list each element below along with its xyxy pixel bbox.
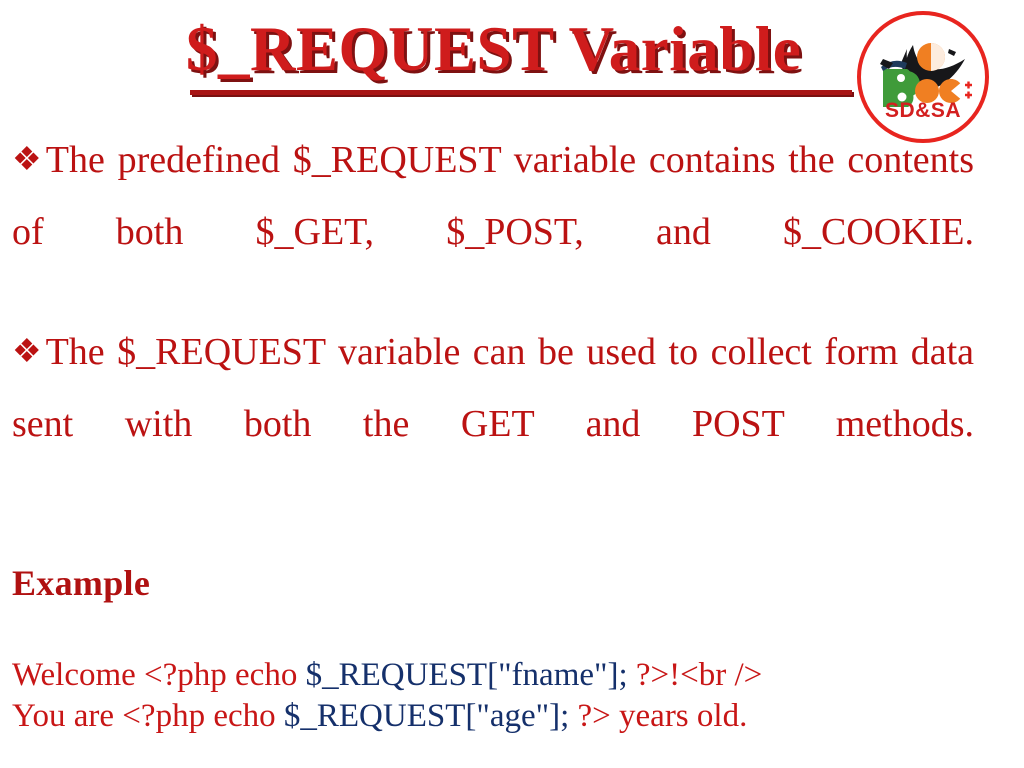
code-line-2-suffix: ?> years old. — [569, 698, 748, 734]
bullet-2-text: The $_REQUEST variable can be used to co… — [12, 331, 974, 445]
code-block: Welcome <?php echo $_REQUEST["fname"]; ?… — [12, 655, 762, 737]
code-line-2-variable: $_REQUEST["age"]; — [283, 698, 570, 734]
code-line-1: Welcome <?php echo $_REQUEST["fname"]; ?… — [12, 655, 762, 696]
bullet-diamond-icon: ❖ — [12, 142, 45, 178]
bullet-1-text: The predefined $_REQUEST variable contai… — [12, 139, 974, 253]
code-line-2: You are <?php echo $_REQUEST["age"]; ?> … — [12, 696, 762, 737]
bullet-item-2: ❖The $_REQUEST variable can be used to c… — [12, 316, 974, 532]
example-heading: Example — [12, 563, 151, 603]
slide-canvas: $_REQUEST Variable SD&SA ❖The predefined… — [0, 0, 1024, 768]
bullet-diamond-icon: ❖ — [12, 334, 45, 370]
bullet-item-1: ❖The predefined $_REQUEST variable conta… — [12, 124, 974, 340]
bullet-2-paragraph: ❖The $_REQUEST variable can be used to c… — [12, 316, 974, 532]
page-title: $_REQUEST Variable — [186, 14, 802, 84]
logo-artwork: SD&SA — [861, 15, 985, 139]
code-line-1-variable: $_REQUEST["fname"]; — [305, 657, 628, 693]
code-line-2-prefix: You are <?php echo — [12, 698, 284, 734]
logo-subtext: SD&SA — [884, 99, 961, 122]
code-line-1-suffix: ?>!<br /> — [627, 657, 763, 693]
bullet-1-paragraph: ❖The predefined $_REQUEST variable conta… — [12, 124, 974, 340]
code-line-1-prefix: Welcome <?php echo — [12, 657, 306, 693]
title-underline — [190, 90, 852, 95]
